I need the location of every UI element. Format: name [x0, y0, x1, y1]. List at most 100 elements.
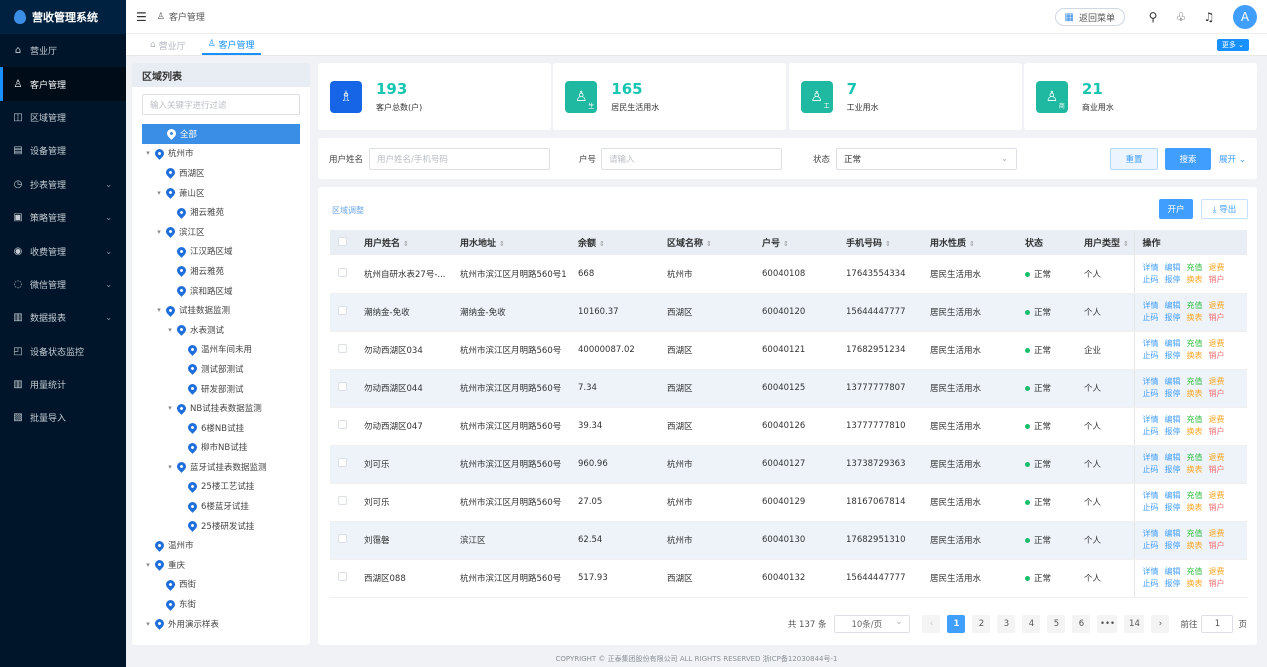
select-all-checkbox[interactable]: [338, 236, 347, 246]
detail-link[interactable]: 详情: [1143, 301, 1159, 310]
table-row[interactable]: 杭州自研水表27号-... 杭州市滨江区月明路560号1 668 杭州市 6004010…: [330, 255, 1247, 294]
report-stop-link[interactable]: 报停: [1165, 313, 1181, 322]
recharge-link[interactable]: 充值: [1187, 529, 1203, 538]
column-header[interactable]: 手机号码 ⇕: [838, 230, 922, 255]
refund-link[interactable]: 退费: [1209, 453, 1225, 462]
refund-link[interactable]: 退费: [1209, 339, 1225, 348]
detail-link[interactable]: 详情: [1143, 567, 1159, 576]
sidebar-item-stats[interactable]: ▥ 用量统计: [0, 368, 126, 401]
expand-link[interactable]: 展开 ⌄: [1219, 153, 1246, 165]
edit-link[interactable]: 编辑: [1165, 491, 1181, 500]
close-account-link[interactable]: 销户: [1209, 427, 1225, 436]
page-button[interactable]: 1: [947, 615, 966, 633]
detail-link[interactable]: 详情: [1143, 453, 1159, 462]
more-button[interactable]: 更多 ⌄: [1216, 39, 1249, 51]
change-meter-link[interactable]: 换表: [1187, 579, 1203, 588]
tree-node[interactable]: ▾ 水表测试: [132, 320, 310, 340]
stop-code-link[interactable]: 止码: [1143, 313, 1159, 322]
caret-down-icon[interactable]: ▾: [166, 326, 174, 334]
sort-icon[interactable]: ⇕: [969, 240, 975, 248]
close-account-link[interactable]: 销户: [1209, 275, 1225, 284]
detail-link[interactable]: 详情: [1143, 529, 1159, 538]
app-logo[interactable]: 营收管理系统: [0, 0, 126, 34]
page-button[interactable]: 14: [1124, 615, 1145, 633]
page-button[interactable]: 2: [972, 615, 991, 633]
tree-node[interactable]: ▾ 杭州市: [132, 144, 310, 164]
tree-node[interactable]: 全部: [142, 124, 300, 144]
recharge-link[interactable]: 充值: [1187, 567, 1203, 576]
column-header[interactable]: 用户类型 ⇕: [1076, 230, 1134, 255]
tree-node[interactable]: 温州车间未用: [132, 340, 310, 360]
prev-page-button[interactable]: ‹: [922, 615, 941, 633]
sidebar-item-charge[interactable]: ◉ 收费管理 ⌄: [0, 234, 126, 267]
row-checkbox[interactable]: [338, 572, 347, 581]
row-checkbox[interactable]: [338, 382, 347, 391]
tree-node[interactable]: ▾ 重庆: [132, 555, 310, 575]
report-stop-link[interactable]: 报停: [1165, 389, 1181, 398]
search-icon[interactable]: ⚲: [1143, 7, 1163, 27]
refund-link[interactable]: 退费: [1209, 415, 1225, 424]
report-stop-link[interactable]: 报停: [1165, 427, 1181, 436]
report-stop-link[interactable]: 报停: [1165, 579, 1181, 588]
tree-node[interactable]: 江汉路区域: [132, 242, 310, 262]
sort-icon[interactable]: ⇕: [885, 240, 891, 248]
menu-toggle-icon[interactable]: ☰: [136, 10, 147, 24]
column-header[interactable]: 用水地址 ⇕: [452, 230, 570, 255]
table-row[interactable]: 勿动西湖区034 杭州市滨江区月明路560号 40000087.02 西湖区 60040…: [330, 331, 1247, 370]
stop-code-link[interactable]: 止码: [1143, 389, 1159, 398]
table-row[interactable]: 刘可乐 杭州市滨江区月明路560号 27.05 杭州市 60040129 18167067…: [330, 483, 1247, 522]
back-to-menu-button[interactable]: ▦ 返回菜单: [1054, 8, 1125, 26]
stop-code-link[interactable]: 止码: [1143, 541, 1159, 550]
next-page-button[interactable]: ›: [1151, 615, 1170, 633]
tree-node[interactable]: 东街: [132, 594, 310, 614]
tree-node[interactable]: 柳市NB试挂: [132, 438, 310, 458]
change-meter-link[interactable]: 换表: [1187, 275, 1203, 284]
reset-button[interactable]: 重置: [1110, 148, 1158, 170]
change-meter-link[interactable]: 换表: [1187, 389, 1203, 398]
skin-icon[interactable]: ♧: [1171, 7, 1191, 27]
close-account-link[interactable]: 销户: [1209, 351, 1225, 360]
column-header[interactable]: 余额 ⇕: [570, 230, 659, 255]
open-account-button[interactable]: 开户: [1159, 199, 1193, 219]
tree-node[interactable]: ▾ 外用演示样表: [132, 614, 310, 634]
tab-business-hall[interactable]: ⌂ 营业厅: [144, 35, 192, 55]
close-account-link[interactable]: 销户: [1209, 389, 1225, 398]
page-button[interactable]: •••: [1097, 615, 1118, 633]
caret-down-icon[interactable]: ▾: [144, 149, 152, 157]
tree-node[interactable]: 湘云雅苑: [132, 202, 310, 222]
search-button[interactable]: 搜索: [1165, 148, 1211, 170]
edit-link[interactable]: 编辑: [1165, 415, 1181, 424]
page-button[interactable]: 3: [997, 615, 1016, 633]
caret-down-icon[interactable]: ▾: [155, 306, 163, 314]
edit-link[interactable]: 编辑: [1165, 263, 1181, 272]
row-checkbox[interactable]: [338, 306, 347, 315]
report-stop-link[interactable]: 报停: [1165, 351, 1181, 360]
caret-down-icon[interactable]: ▾: [166, 463, 174, 471]
close-account-link[interactable]: 销户: [1209, 541, 1225, 550]
caret-down-icon[interactable]: ▾: [144, 561, 152, 569]
refund-link[interactable]: 退费: [1209, 301, 1225, 310]
tree-node[interactable]: ▾ 蓝牙试挂表数据监测: [132, 457, 310, 477]
sidebar-item-user[interactable]: ♙ 客户管理: [0, 67, 126, 101]
tree-node[interactable]: 25楼研发试挂: [132, 516, 310, 536]
refund-link[interactable]: 退费: [1209, 263, 1225, 272]
stop-code-link[interactable]: 止码: [1143, 465, 1159, 474]
change-meter-link[interactable]: 换表: [1187, 503, 1203, 512]
sidebar-item-map[interactable]: ◫ 区域管理: [0, 101, 126, 134]
change-meter-link[interactable]: 换表: [1187, 465, 1203, 474]
change-meter-link[interactable]: 换表: [1187, 351, 1203, 360]
recharge-link[interactable]: 充值: [1187, 453, 1203, 462]
bell-icon[interactable]: ♫: [1199, 7, 1219, 27]
tree-node[interactable]: 6楼NB试挂: [132, 418, 310, 438]
sidebar-item-device[interactable]: ▤ 设备管理: [0, 134, 126, 167]
stop-code-link[interactable]: 止码: [1143, 503, 1159, 512]
close-account-link[interactable]: 销户: [1209, 579, 1225, 588]
row-checkbox[interactable]: [338, 267, 347, 277]
column-header[interactable]: 用户姓名 ⇕: [356, 230, 452, 255]
column-header[interactable]: 区域名称 ⇕: [659, 230, 754, 255]
tab-customer-management[interactable]: ♙ 客户管理: [201, 35, 261, 55]
tree-node[interactable]: 西街: [132, 575, 310, 595]
sort-icon[interactable]: ⇕: [783, 240, 789, 248]
export-button[interactable]: ⤓ 导出: [1201, 199, 1248, 219]
sort-icon[interactable]: ⇕: [499, 240, 505, 248]
